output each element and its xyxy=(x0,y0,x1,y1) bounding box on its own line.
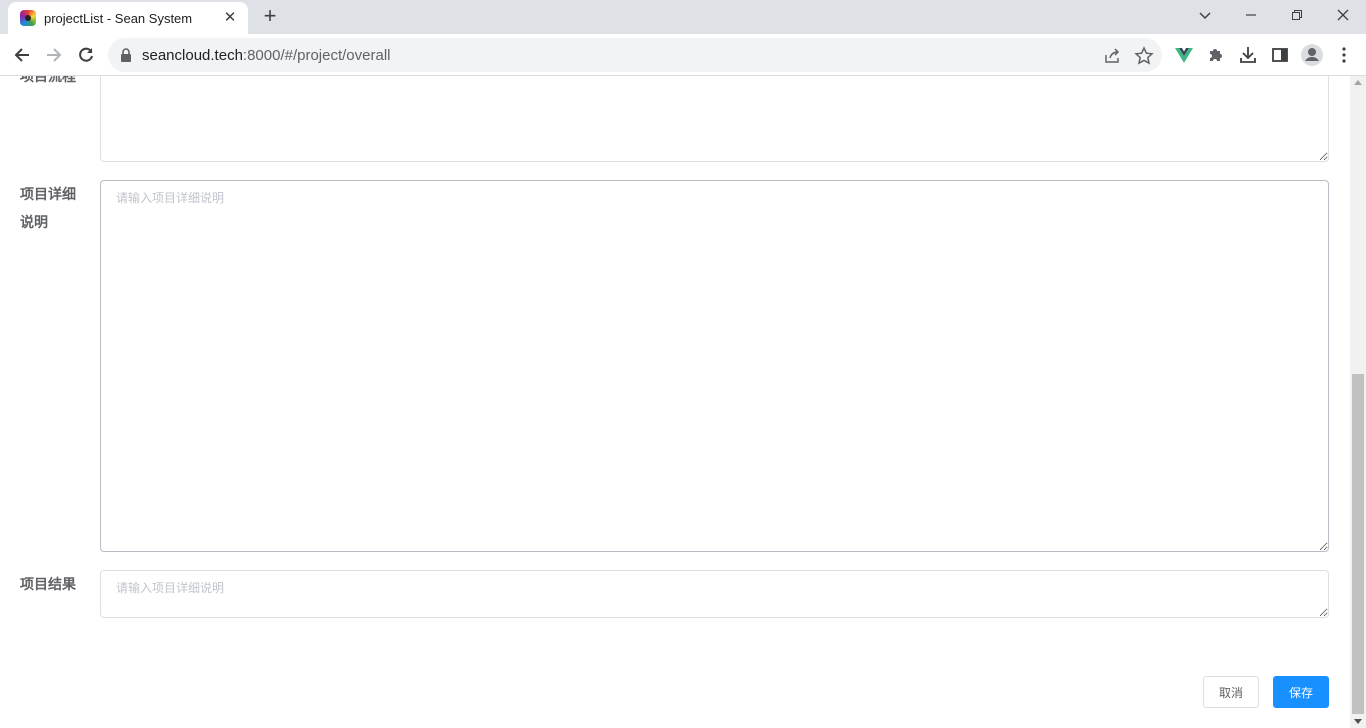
more-menu-icon[interactable] xyxy=(1334,45,1354,65)
page-scrollbar[interactable] xyxy=(1350,76,1366,728)
restore-icon xyxy=(1292,10,1302,20)
save-button[interactable]: 保存 xyxy=(1273,676,1329,708)
back-button[interactable] xyxy=(8,41,36,69)
address-bar[interactable]: seancloud.tech:8000/#/project/overall xyxy=(108,38,1162,72)
arrow-right-icon xyxy=(47,48,62,62)
scroll-thumb[interactable] xyxy=(1352,374,1364,714)
scroll-up-arrow-icon[interactable] xyxy=(1354,80,1362,85)
restore-button[interactable] xyxy=(1274,0,1320,32)
minimize-icon xyxy=(1246,14,1256,16)
detail-label-line1: 项目详细 xyxy=(20,186,76,202)
process-textarea[interactable] xyxy=(100,76,1329,162)
result-label: 项目结果 xyxy=(20,576,76,592)
reload-button[interactable] xyxy=(72,41,100,69)
cancel-button[interactable]: 取消 xyxy=(1203,676,1259,708)
share-icon[interactable] xyxy=(1102,46,1122,66)
detail-textarea[interactable] xyxy=(100,180,1329,552)
new-tab-button[interactable]: + xyxy=(258,4,282,28)
tab-strip: projectList - Sean System ✕ + xyxy=(0,0,1366,34)
tab-title: projectList - Sean System xyxy=(44,11,193,26)
chevron-down-icon xyxy=(1199,12,1211,20)
bookmark-star-icon[interactable] xyxy=(1134,46,1154,66)
lock-icon xyxy=(121,48,131,62)
browser-tab[interactable]: projectList - Sean System ✕ xyxy=(8,2,248,34)
site-favicon-icon xyxy=(20,10,36,26)
vue-devtools-icon[interactable] xyxy=(1174,45,1194,65)
forward-button[interactable] xyxy=(40,41,68,69)
tab-close-icon[interactable]: ✕ xyxy=(220,8,240,28)
download-icon[interactable] xyxy=(1238,45,1258,65)
close-icon xyxy=(1337,9,1349,21)
tab-search-button[interactable] xyxy=(1182,0,1228,32)
detail-label-line2: 说明 xyxy=(20,214,48,230)
arrow-left-icon xyxy=(14,48,29,62)
close-window-button[interactable] xyxy=(1320,0,1366,32)
reload-icon xyxy=(79,47,93,62)
minimize-button[interactable] xyxy=(1228,0,1274,32)
url-text[interactable]: seancloud.tech:8000/#/project/overall xyxy=(142,47,391,64)
profile-avatar-icon[interactable] xyxy=(1300,43,1324,67)
side-panel-icon[interactable] xyxy=(1270,45,1290,65)
page-content: 项目流程 项目详细 说明 项目结果 取消 保存 xyxy=(0,76,1350,728)
scroll-down-arrow-icon[interactable] xyxy=(1354,719,1362,724)
browser-toolbar: seancloud.tech:8000/#/project/overall xyxy=(0,34,1366,76)
detail-label: 项目详细 说明 xyxy=(20,180,84,236)
extensions-puzzle-icon[interactable] xyxy=(1206,45,1226,65)
process-label: 项目流程 xyxy=(20,76,76,84)
result-textarea[interactable] xyxy=(100,570,1329,618)
